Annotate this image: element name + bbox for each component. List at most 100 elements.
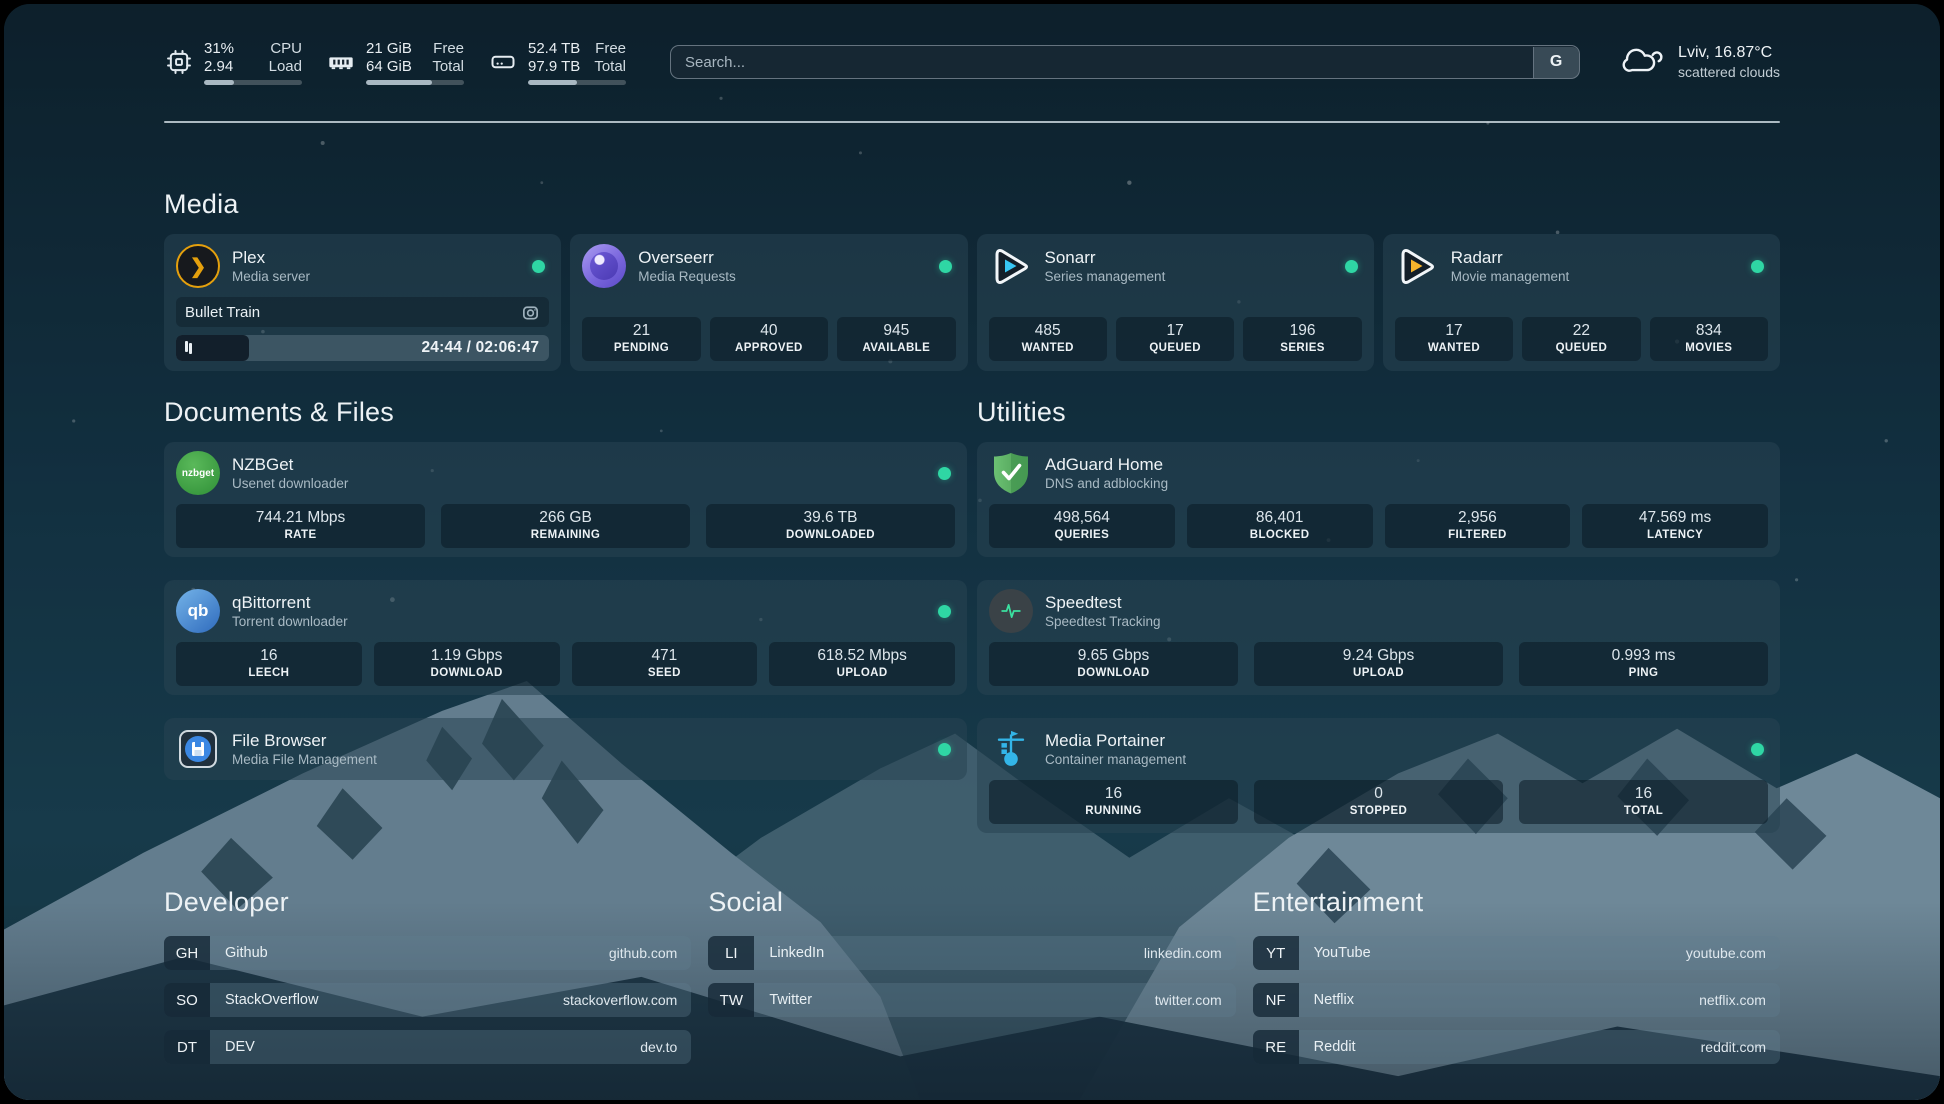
service-card-qbittorrent[interactable]: qb qBittorrent Torrent downloader 16LEEC… [164, 580, 967, 695]
cpu-load-label: Load [269, 58, 302, 76]
stats-row: 17WANTED 22QUEUED 834MOVIES [1395, 308, 1768, 361]
memory-progress-track [366, 80, 464, 85]
middle-columns: Documents & Files nzbget NZBGet Usenet d… [164, 397, 1780, 833]
stats-row: 16LEECH 1.19 GbpsDOWNLOAD 471SEED 618.52… [176, 633, 955, 686]
stat-block: 17WANTED [1395, 317, 1513, 361]
stat-label: WANTED [991, 341, 1105, 356]
app-description: Usenet downloader [232, 475, 348, 492]
status-badge [938, 467, 951, 480]
service-card-filebrowser[interactable]: File Browser Media File Management [164, 718, 967, 780]
stat-label: QUERIES [991, 528, 1173, 543]
stat-block: 21PENDING [582, 317, 700, 361]
app-name: qBittorrent [232, 592, 348, 613]
documents-files-column: Documents & Files nzbget NZBGet Usenet d… [164, 397, 967, 833]
stat-value: 2,956 [1387, 508, 1569, 528]
memory-free-value: 21 GiB [366, 40, 412, 58]
stat-label: UPLOAD [771, 666, 953, 681]
stat-block: 834MOVIES [1650, 317, 1768, 361]
stat-value: 16 [178, 646, 360, 666]
service-card-radarr[interactable]: Radarr Movie management 17WANTED 22QUEUE… [1383, 234, 1780, 371]
bookmark-url: stackoverflow.com [563, 983, 691, 1017]
memory-total-value: 64 GiB [366, 58, 412, 76]
bookmark-name: Twitter [754, 983, 812, 1017]
bookmark-rows: LI LinkedIn linkedin.com TW Twitter twit… [708, 936, 1235, 1017]
app-description: Container management [1045, 751, 1186, 768]
app-text: AdGuard Home DNS and adblocking [1045, 454, 1168, 492]
bookmark-group-developer: Developer GH Github github.com SO StackO… [164, 887, 691, 1064]
service-card-plex[interactable]: ❯ Plex Media server Bullet Train [164, 234, 561, 371]
search-provider-button[interactable]: G [1533, 47, 1579, 78]
weather-text: Lviv, 16.87°C scattered clouds [1678, 43, 1780, 81]
app-description: Speedtest Tracking [1045, 613, 1161, 630]
service-card-sonarr[interactable]: Sonarr Series management 485WANTED 17QUE… [977, 234, 1374, 371]
status-badge [939, 260, 952, 273]
bookmark-abbr: NF [1253, 983, 1299, 1017]
plex-playback-time: 24:44 / 02:06:47 [421, 339, 549, 357]
stat-label: LEECH [178, 666, 360, 681]
stat-label: PENDING [584, 341, 698, 356]
app-text: qBittorrent Torrent downloader [232, 592, 348, 630]
cpu-readout: 31%CPU 2.94Load [204, 40, 302, 85]
app-name: NZBGet [232, 454, 348, 475]
stat-block: 1.19 GbpsDOWNLOAD [374, 642, 560, 686]
app-text: Speedtest Speedtest Tracking [1045, 592, 1161, 630]
stat-label: DOWNLOADED [708, 528, 953, 543]
bookmark-netflix[interactable]: NF Netflix netflix.com [1253, 983, 1780, 1017]
stat-block: 0STOPPED [1254, 780, 1503, 824]
app-name: Sonarr [1045, 247, 1166, 268]
plex-chevron-glyph: ❯ [190, 254, 207, 279]
service-card-speedtest[interactable]: Speedtest Speedtest Tracking 9.65 GbpsDO… [977, 580, 1780, 695]
stat-label: REMAINING [443, 528, 688, 543]
media-card-grid: ❯ Plex Media server Bullet Train [164, 234, 1780, 371]
stat-value: 9.65 Gbps [991, 646, 1236, 666]
bookmark-linkedin[interactable]: LI LinkedIn linkedin.com [708, 936, 1235, 970]
search-input[interactable] [670, 45, 1580, 79]
stat-block: 744.21 MbpsRATE [176, 504, 425, 548]
app-name: Radarr [1451, 247, 1570, 268]
dashboard-window: 31%CPU 2.94Load [4, 4, 1940, 1100]
stat-label: STOPPED [1256, 804, 1501, 819]
service-card-portainer[interactable]: Media Portainer Container management 16R… [977, 718, 1780, 833]
service-card-nzbget[interactable]: nzbget NZBGet Usenet downloader 744.21 M… [164, 442, 967, 557]
stat-label: RUNNING [991, 804, 1236, 819]
bookmark-youtube[interactable]: YT YouTube youtube.com [1253, 936, 1780, 970]
stat-label: QUEUED [1524, 341, 1638, 356]
stat-value: 21 [584, 321, 698, 341]
stat-value: 266 GB [443, 508, 688, 528]
camera-icon [521, 303, 540, 322]
bookmark-github[interactable]: GH Github github.com [164, 936, 691, 970]
service-card-overseerr[interactable]: Overseerr Media Requests 21PENDING 40APP… [570, 234, 967, 371]
stat-block: 498,564QUERIES [989, 504, 1175, 548]
stat-value: 17 [1118, 321, 1232, 341]
status-badge [1751, 743, 1764, 756]
bookmark-reddit[interactable]: RE Reddit reddit.com [1253, 1030, 1780, 1064]
cpu-icon [164, 47, 194, 77]
bookmark-twitter[interactable]: TW Twitter twitter.com [708, 983, 1235, 1017]
bookmark-dev[interactable]: DT DEV dev.to [164, 1030, 691, 1064]
documents-files-cards: nzbget NZBGet Usenet downloader 744.21 M… [164, 442, 967, 780]
cloud-icon [1622, 43, 1666, 82]
stat-value: 196 [1245, 321, 1359, 341]
stat-label: AVAILABLE [839, 341, 953, 356]
app-name: Speedtest [1045, 592, 1161, 613]
status-badge [1751, 260, 1764, 273]
stat-value: 498,564 [991, 508, 1173, 528]
section-title-entertainment: Entertainment [1253, 887, 1780, 918]
stat-label: FILTERED [1387, 528, 1569, 543]
bookmark-name: Reddit [1299, 1030, 1356, 1064]
adguard-icon [989, 451, 1033, 495]
stat-block: 16TOTAL [1519, 780, 1768, 824]
memory-icon [326, 47, 356, 77]
stat-value: 22 [1524, 321, 1638, 341]
section-title-social: Social [708, 887, 1235, 918]
stat-label: SERIES [1245, 341, 1359, 356]
plex-now-playing-row: Bullet Train [176, 297, 549, 327]
bookmark-stackoverflow[interactable]: SO StackOverflow stackoverflow.com [164, 983, 691, 1017]
stat-block: 16LEECH [176, 642, 362, 686]
service-card-adguard[interactable]: AdGuard Home DNS and adblocking 498,564Q… [977, 442, 1780, 557]
stats-row: 21PENDING 40APPROVED 945AVAILABLE [582, 308, 955, 361]
stat-label: SEED [574, 666, 756, 681]
top-bar: 31%CPU 2.94Load [164, 38, 1780, 86]
bookmark-url: github.com [609, 936, 691, 970]
stat-block: 266 GBREMAINING [441, 504, 690, 548]
